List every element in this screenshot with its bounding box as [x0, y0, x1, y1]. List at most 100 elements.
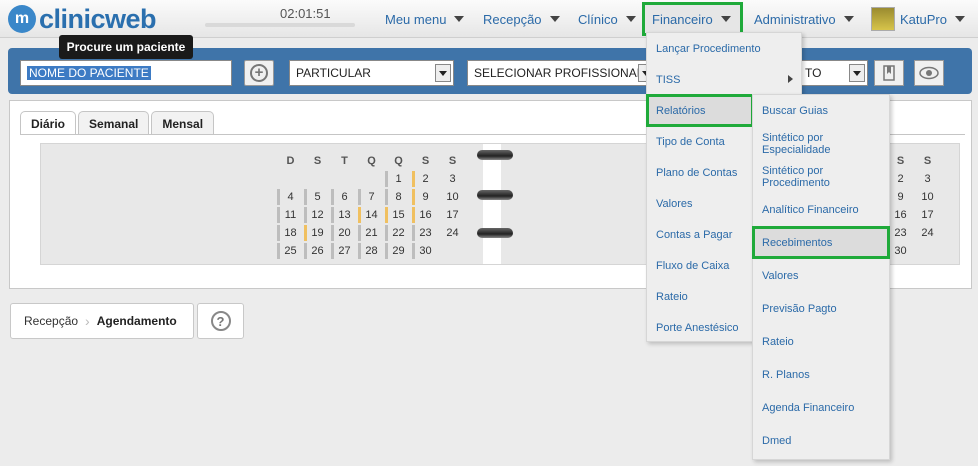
submenu-item-analitico-financeiro[interactable]: Analítico Financeiro: [753, 194, 889, 225]
calendar-day[interactable]: 21: [358, 224, 385, 242]
calendar-week: 2 3: [887, 170, 941, 188]
calendar-day[interactable]: 17: [439, 206, 466, 224]
submenu-item-dmed[interactable]: Dmed: [753, 425, 889, 456]
calendar-day[interactable]: 14: [358, 206, 385, 224]
nav-financeiro[interactable]: Financeiro: [642, 2, 743, 36]
calendar-day[interactable]: 12: [304, 206, 331, 224]
calendar-day[interactable]: 23: [412, 224, 439, 242]
chevron-down-icon: [954, 16, 965, 22]
calendar-day[interactable]: 6: [331, 188, 358, 206]
status-select[interactable]: TO: [798, 60, 868, 86]
calendar-day[interactable]: 13: [331, 206, 358, 224]
calendar-day[interactable]: 19: [304, 224, 331, 242]
calendar-day[interactable]: 10: [914, 188, 941, 206]
calendar-day[interactable]: 16: [412, 206, 439, 224]
calendar-day: [331, 170, 358, 188]
nav-user-menu[interactable]: KatuPro: [871, 0, 965, 38]
calendar-day[interactable]: 1: [385, 170, 412, 188]
submenu-item-rateio[interactable]: Rateio: [753, 326, 889, 357]
calendar-day[interactable]: 17: [914, 206, 941, 224]
submenu-item-previsao-pagto[interactable]: Previsão Pagto: [753, 293, 889, 324]
submenu-item-valores[interactable]: Valores: [753, 260, 889, 291]
calendar-day[interactable]: 9: [887, 188, 914, 206]
tab-diario[interactable]: Diário: [20, 111, 77, 135]
calendar-day[interactable]: 10: [439, 188, 466, 206]
nav-clinico[interactable]: Clínico: [578, 0, 636, 38]
menu-item-lancar-procedimento[interactable]: Lançar Procedimento: [647, 33, 801, 64]
breadcrumb: Recepção › Agendamento: [10, 303, 194, 339]
calendar-day: [304, 170, 331, 188]
submenu-item-sintetico-procedimento[interactable]: Sintético por Procedimento: [753, 161, 889, 192]
view-button[interactable]: [914, 60, 944, 86]
help-button[interactable]: ?: [197, 303, 244, 339]
calendar-week: 23 24: [887, 224, 941, 242]
nav-meu-menu[interactable]: Meu menu: [385, 0, 465, 38]
calendar-day[interactable]: 16: [887, 206, 914, 224]
bookmark-button[interactable]: [874, 60, 904, 86]
calendar-day[interactable]: 11: [277, 206, 304, 224]
binder-ring-icon: [477, 150, 513, 162]
calendar-day[interactable]: 24: [439, 224, 466, 242]
calendar-day[interactable]: 15: [385, 206, 412, 224]
binder-ring-icon: [477, 228, 513, 240]
nav-recepcao-label: Recepção: [483, 11, 542, 27]
calendar-day[interactable]: 4: [277, 188, 304, 206]
calendar-day[interactable]: 23: [887, 224, 914, 242]
weekday-label: S: [313, 155, 322, 167]
calendar-week: 11 12 13 14 15 16 17: [277, 206, 466, 224]
calendar-week: 1 2 3: [277, 170, 466, 188]
user-name: KatuPro: [900, 11, 947, 27]
calendar-day[interactable]: 30: [887, 242, 914, 260]
calendar-day[interactable]: 25: [277, 242, 304, 260]
calendar-day[interactable]: 9: [412, 188, 439, 206]
calendar-day[interactable]: 3: [914, 170, 941, 188]
calendar-day[interactable]: 28: [358, 242, 385, 260]
calendar-day[interactable]: 7: [358, 188, 385, 206]
calendar-day[interactable]: 2: [412, 170, 439, 188]
tab-semanal[interactable]: Semanal: [78, 111, 150, 135]
calendar-week: 18 19 20 21 22 23 24: [277, 224, 466, 242]
breadcrumb-parent[interactable]: Recepção: [24, 314, 78, 328]
calendar-day[interactable]: 30: [412, 242, 439, 260]
calendar-day[interactable]: 8: [385, 188, 412, 206]
calendar-day[interactable]: [439, 242, 466, 260]
calendar-day[interactable]: 29: [385, 242, 412, 260]
mini-calendar: D S T Q Q S S 1 2 3 4 5 6 7 8 9 10 11 12…: [277, 152, 466, 260]
nav-recepcao[interactable]: Recepção: [483, 0, 560, 38]
chevron-down-icon: [625, 16, 636, 22]
calendar-day[interactable]: 26: [304, 242, 331, 260]
chevron-down-icon[interactable]: [435, 64, 451, 82]
add-patient-button[interactable]: +: [244, 60, 274, 86]
chevron-down-icon[interactable]: [849, 64, 865, 82]
calendar-day[interactable]: 3: [439, 170, 466, 188]
profissional-select-value: SELECIONAR PROFISSIONAL: [474, 66, 644, 80]
submenu-item-r-planos[interactable]: R. Planos: [753, 359, 889, 390]
weekday-label: S: [923, 155, 932, 167]
menu-item-relatorios[interactable]: Relatórios: [646, 94, 754, 127]
menu-item-tiss[interactable]: TISS: [647, 64, 801, 95]
submenu-item-buscar-guias[interactable]: Buscar Guias: [753, 95, 889, 126]
profissional-select[interactable]: SELECIONAR PROFISSIONAL: [467, 60, 657, 86]
calendar-week: 30: [887, 242, 941, 260]
chevron-down-icon: [549, 16, 560, 22]
calendar-day[interactable]: 20: [331, 224, 358, 242]
tab-mensal[interactable]: Mensal: [151, 111, 215, 135]
clinicweb-logo[interactable]: m clinicweb: [8, 4, 157, 34]
calendar-day[interactable]: 22: [385, 224, 412, 242]
calendar-day[interactable]: 18: [277, 224, 304, 242]
submenu-item-recebimentos[interactable]: Recebimentos: [752, 226, 890, 259]
mini-calendar-next: S S 2 3 9 10 16 17 23 24 30: [887, 152, 941, 260]
patient-search-input[interactable]: NOME DO PACIENTE: [20, 60, 232, 86]
calendar-day[interactable]: 2: [887, 170, 914, 188]
submenu-item-agenda-financeiro[interactable]: Agenda Financeiro: [753, 392, 889, 423]
patient-search-tooltip: Procure um paciente: [59, 35, 193, 59]
calendar-day[interactable]: [914, 242, 941, 260]
plus-icon: +: [250, 64, 268, 82]
convenio-select[interactable]: PARTICULAR: [289, 60, 454, 86]
calendar-day[interactable]: 5: [304, 188, 331, 206]
weekday-label: Q: [394, 155, 403, 167]
submenu-item-sintetico-especialidade[interactable]: Sintético por Especialidade: [753, 128, 889, 159]
calendar-day[interactable]: 24: [914, 224, 941, 242]
calendar-day[interactable]: 27: [331, 242, 358, 260]
status-select-value: TO: [805, 66, 822, 80]
